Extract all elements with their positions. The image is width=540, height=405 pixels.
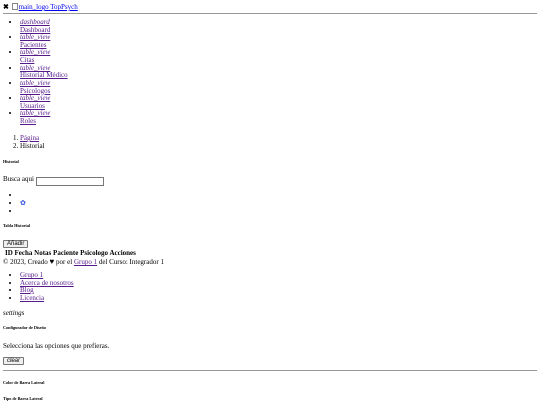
search-bar: Busca aqui	[3, 175, 104, 186]
column-header-psicologo: Psicologo	[80, 249, 109, 257]
sidebar-color-title: Color de Barra Lateral	[3, 380, 45, 385]
sidebar-item-roles[interactable]: table_viewRoles	[20, 109, 68, 126]
column-header-paciente: Paciente	[53, 249, 79, 257]
breadcrumb-link[interactable]: Página	[20, 134, 39, 142]
sidebar-item-citas[interactable]: table_viewCitas	[20, 49, 68, 64]
footer-link-item[interactable]: Licencia	[20, 294, 74, 303]
close-icon[interactable]: ✖	[3, 3, 9, 11]
tool-item-empty[interactable]	[20, 208, 26, 216]
configurator-divider	[3, 370, 537, 371]
top-bar: ✖ main_logo TopPsych	[3, 3, 78, 12]
footer-copyright: © 2023, Creado ♥ por el Grupo 1 del Curs…	[3, 257, 164, 267]
configurator-subtitle: Selecciona las opciones que prefieras.	[3, 342, 110, 350]
sidebar-item-pacientes[interactable]: table_viewPacientes	[20, 33, 68, 49]
course-text: del Curso: Integrador 1	[98, 258, 164, 266]
footer-link-licencia[interactable]: Licencia	[20, 294, 44, 302]
page-title: Historial	[3, 159, 19, 164]
brand-name: TopPsych	[50, 3, 78, 11]
search-input[interactable]	[35, 176, 104, 186]
column-header-notas: Notas	[34, 249, 52, 257]
gear-icon[interactable]: ✿	[20, 199, 26, 207]
add-button[interactable]: Añadir	[3, 240, 29, 248]
breadcrumb: Página Historial	[10, 134, 45, 151]
column-header-id: ID	[5, 249, 13, 257]
heart-icon: ♥	[49, 257, 55, 266]
top-divider	[3, 13, 537, 14]
sidebar-item-dashboard[interactable]: dashboardDashboard	[20, 18, 68, 34]
header-tools: ✿	[10, 192, 26, 216]
configurator-title: Configurador de Diseño	[3, 325, 46, 330]
breadcrumb-item: Historial	[20, 142, 45, 151]
sidebar-item-psicologos[interactable]: table_viewPsicologos	[20, 79, 68, 95]
table-header: ID Fecha Notas Paciente Psicologo Accion…	[5, 249, 136, 258]
settings-toggle[interactable]: settings	[3, 309, 24, 318]
column-header-fecha: Fecha	[14, 249, 33, 257]
table-title: Tabla Historial	[3, 223, 30, 228]
group-link[interactable]: Grupo 1	[74, 258, 97, 266]
by-text: por el	[56, 258, 73, 266]
column-header-acciones: Acciones	[109, 249, 136, 257]
brand-link[interactable]: main_logo TopPsych	[11, 3, 78, 11]
search-label: Busca aqui	[3, 175, 34, 183]
sidebar-type-title: Tipo de Barra Lateral	[3, 396, 43, 401]
logo-image	[11, 3, 18, 10]
sidebar-item-label[interactable]: Roles	[20, 117, 68, 126]
sidebar-nav: dashboardDashboard table_viewPacientes t…	[10, 18, 68, 126]
sidebar-item-usuarios[interactable]: table_viewUsuarios	[20, 94, 68, 110]
logo-alt-text: main_logo	[18, 3, 49, 11]
copyright-text: © 2023, Creado	[3, 258, 48, 266]
sidebar-item-historial-medico[interactable]: table_viewHistorial Médico	[20, 64, 68, 80]
clear-button[interactable]: clear	[3, 357, 25, 365]
footer-links: Grupo 1 Acerca de nosotros Blog Licencia	[10, 271, 74, 303]
tool-item-settings[interactable]: ✿	[20, 199, 26, 208]
